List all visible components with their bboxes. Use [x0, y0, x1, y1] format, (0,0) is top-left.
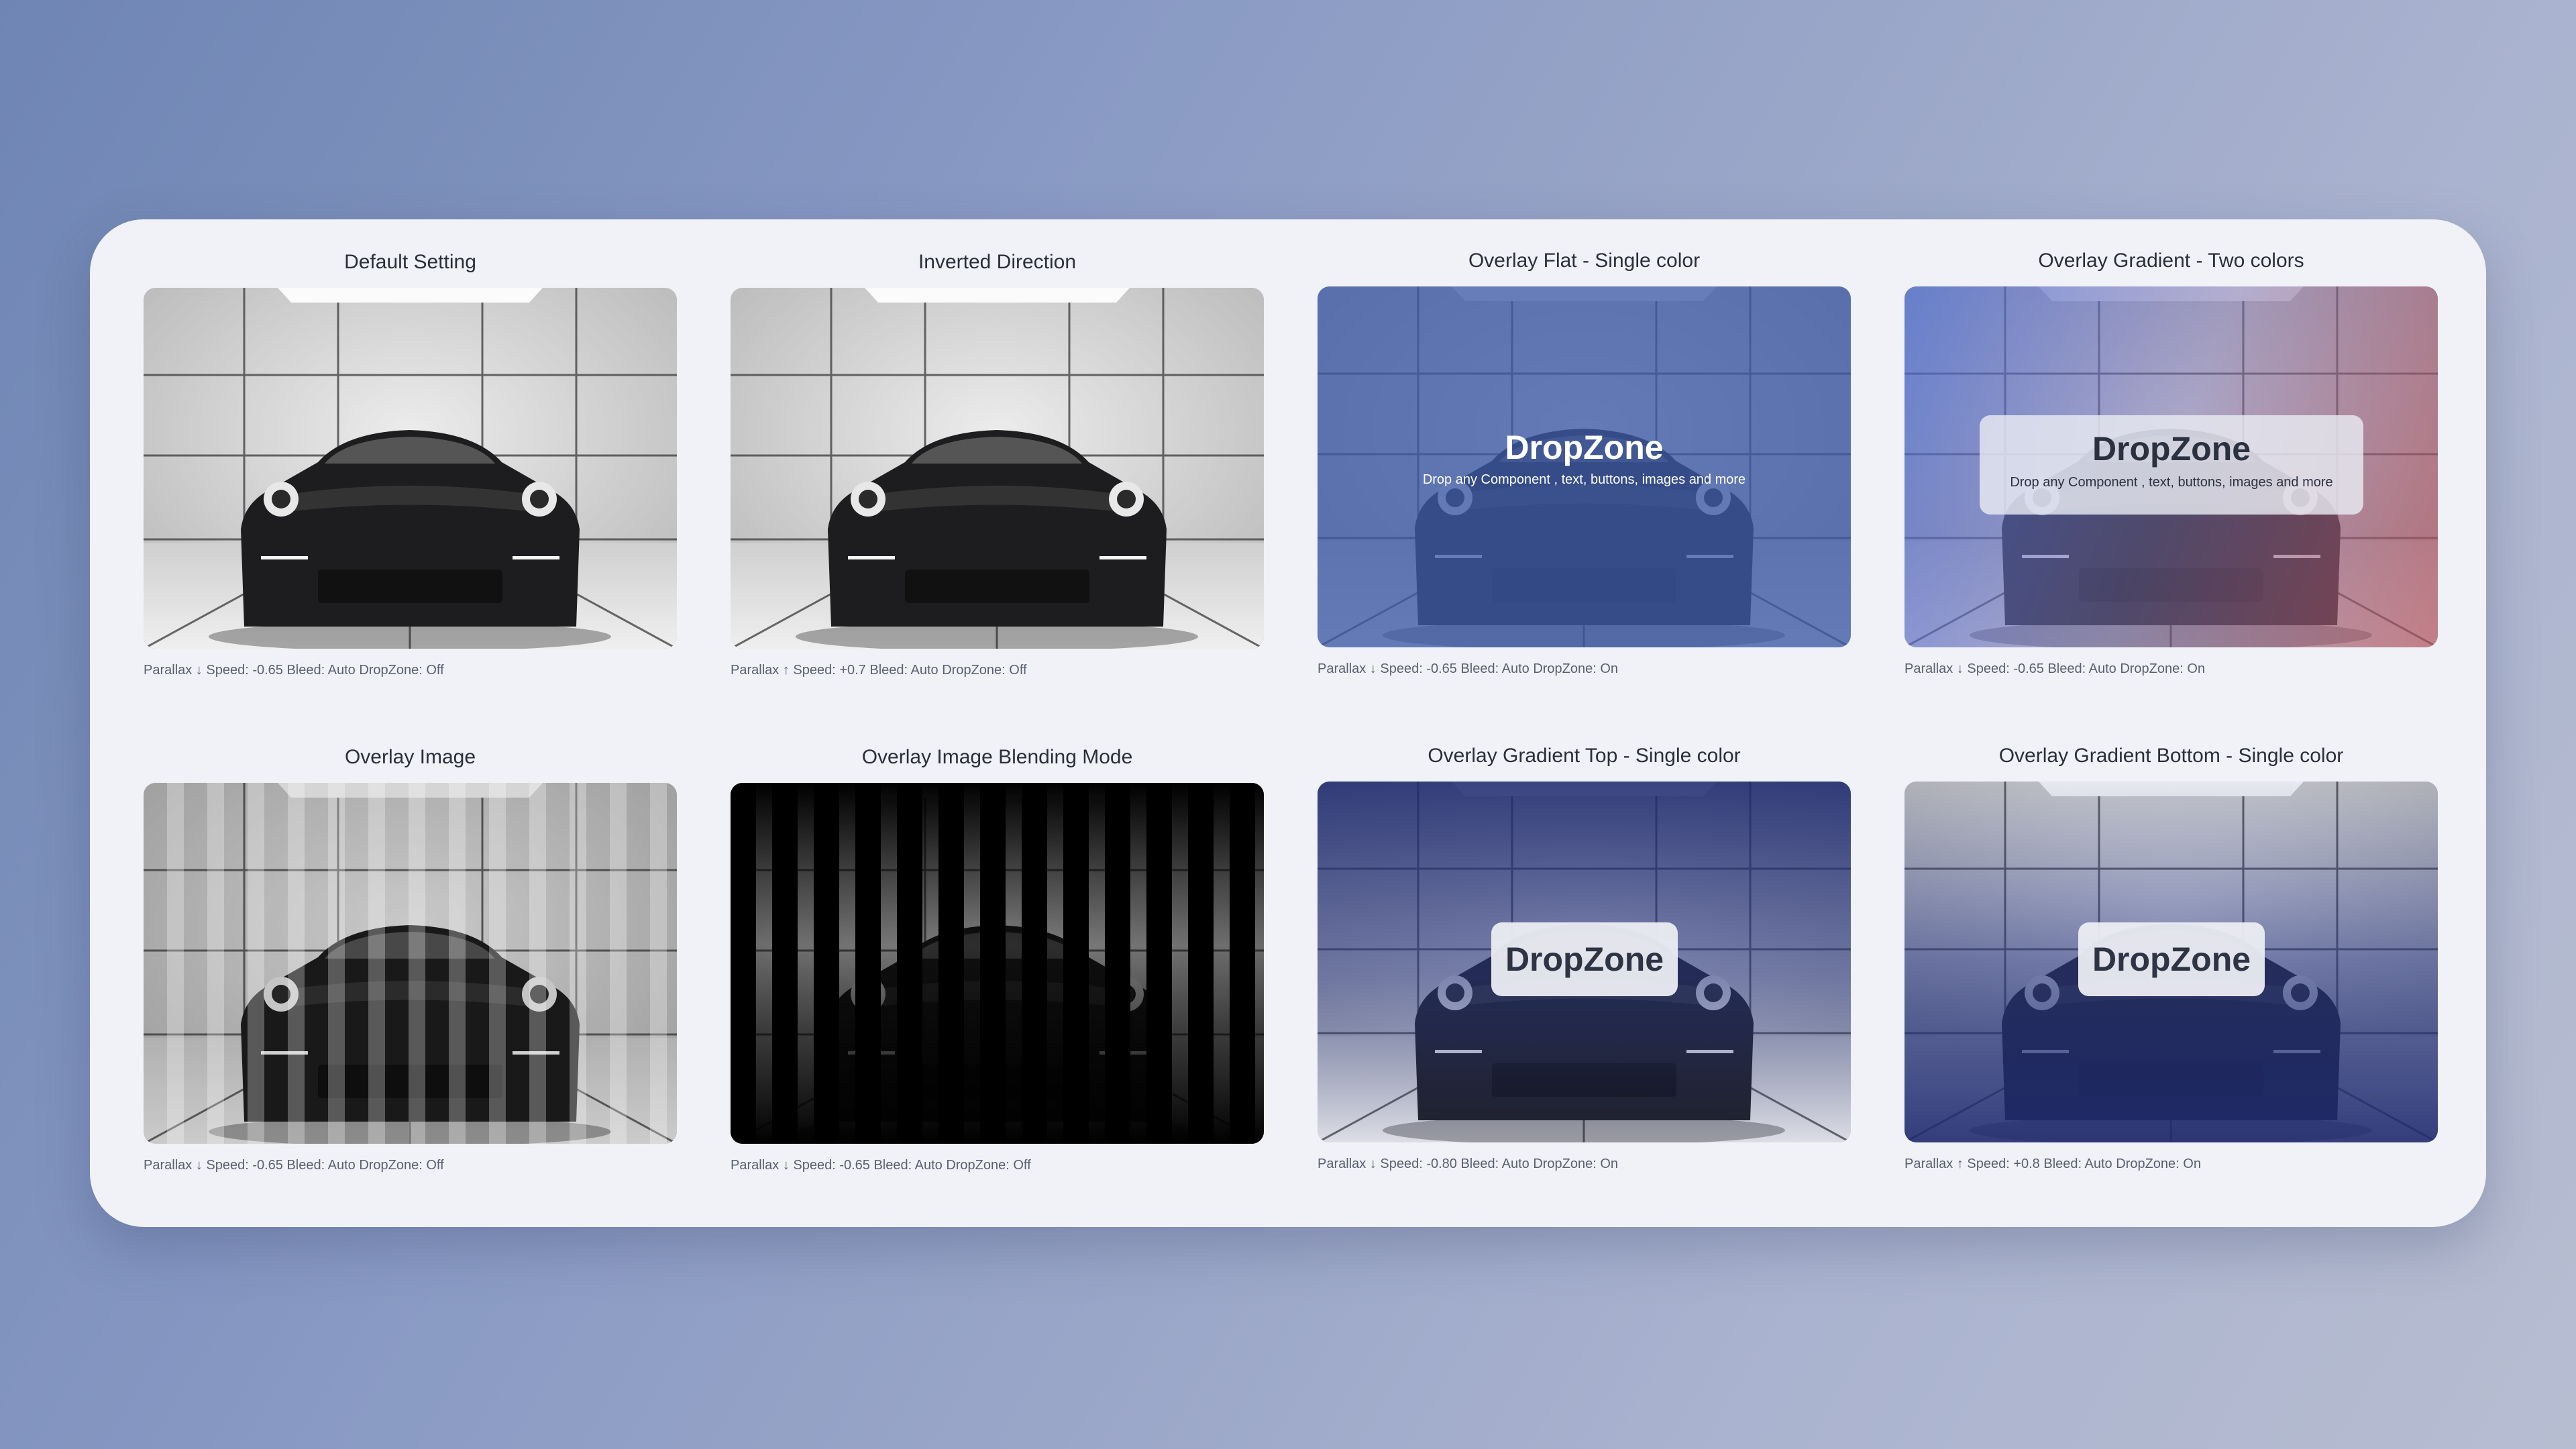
- card-caption: Parallax ↓ Speed: -0.65 Bleed: Auto Drop…: [731, 1158, 1031, 1173]
- car-image[interactable]: [731, 783, 1264, 1144]
- card-caption: Parallax ↓ Speed: -0.65 Bleed: Auto Drop…: [144, 663, 444, 678]
- card-caption: Parallax ↑ Speed: +0.7 Bleed: Auto DropZ…: [731, 663, 1027, 678]
- car-photo: [731, 288, 1264, 649]
- card-title: Default Setting: [344, 251, 476, 273]
- car-image[interactable]: [144, 783, 677, 1144]
- image-overlay: [144, 783, 677, 1144]
- dropzone[interactable]: DropZone: [1491, 922, 1678, 996]
- dropzone[interactable]: DropZone Drop any Component , text, butt…: [1980, 415, 2363, 515]
- car-image[interactable]: DropZone Drop any Component , text, butt…: [1904, 286, 2438, 647]
- card-title: Overlay Image Blending Mode: [861, 746, 1133, 768]
- card-caption: Parallax ↓ Speed: -0.65 Bleed: Auto Drop…: [1318, 661, 1619, 676]
- dropzone-title: DropZone: [2092, 430, 2251, 468]
- dropzone[interactable]: DropZone: [2078, 922, 2265, 996]
- card-caption: Parallax ↓ Speed: -0.80 Bleed: Auto Drop…: [1318, 1157, 1619, 1171]
- car-image[interactable]: DropZone: [1318, 782, 1851, 1142]
- dropzone-subtitle: Drop any Component , text, buttons, imag…: [1422, 472, 1746, 487]
- card-caption: Parallax ↑ Speed: +0.8 Bleed: Auto DropZ…: [1904, 1157, 2201, 1171]
- dropzone-subtitle: Drop any Component , text, buttons, imag…: [2010, 475, 2333, 490]
- card-title: Overlay Image: [344, 746, 476, 768]
- card-title: Overlay Gradient Bottom - Single color: [1998, 745, 2344, 767]
- card-title: Inverted Direction: [918, 251, 1077, 273]
- car-image[interactable]: DropZone Drop any Component , text, butt…: [1318, 286, 1851, 647]
- examples-panel: Default Setting Parallax ↓ Speed: -0.65 …: [90, 219, 2486, 1227]
- card-caption: Parallax ↓ Speed: -0.65 Bleed: Auto Drop…: [1904, 661, 2206, 676]
- card-title: Overlay Gradient - Two colors: [2038, 250, 2304, 272]
- car-image[interactable]: [144, 288, 677, 649]
- car-image[interactable]: [731, 288, 1264, 649]
- card-title: Overlay Gradient Top - Single color: [1428, 745, 1741, 767]
- card-caption: Parallax ↓ Speed: -0.65 Bleed: Auto Drop…: [144, 1158, 444, 1173]
- card-title: Overlay Flat - Single color: [1468, 250, 1701, 272]
- vignette-overlay: [731, 783, 1264, 1144]
- dropzone-title: DropZone: [1505, 429, 1664, 466]
- car-photo: [144, 288, 677, 649]
- dropzone[interactable]: DropZone Drop any Component , text, butt…: [1318, 427, 1851, 489]
- car-image[interactable]: DropZone: [1904, 782, 2438, 1142]
